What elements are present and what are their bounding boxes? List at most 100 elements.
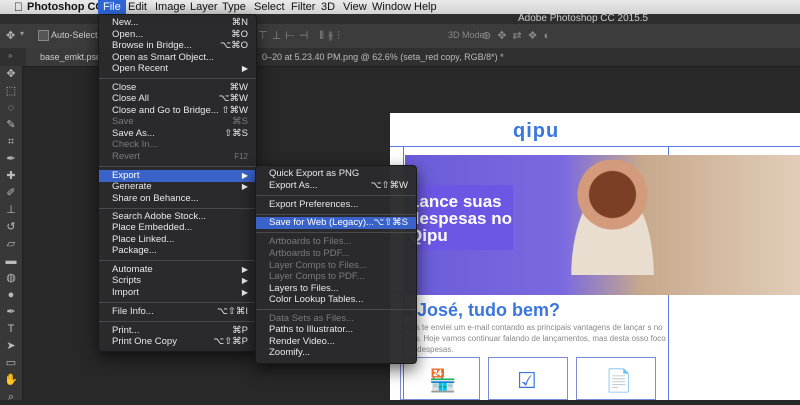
menu-label: Artboards to Files...: [269, 236, 352, 247]
menu-item-paths-illustrator[interactable]: Paths to Illustrator...: [256, 324, 416, 336]
auto-select-label: Auto-Select:: [51, 30, 101, 40]
menu-select[interactable]: Select: [249, 0, 290, 14]
menu-item-check-in: Check In...: [99, 139, 256, 151]
menu-item-print-one-copy[interactable]: Print One Copy ⌥⇧⌘P: [99, 336, 256, 348]
gradient-tool-icon[interactable]: ▬: [3, 253, 19, 269]
menu-item-browse-bridge[interactable]: Browse in Bridge... ⌥⌘O: [99, 40, 256, 52]
checklist-icon: ☑: [517, 368, 537, 393]
shape-tool-icon[interactable]: ▭: [3, 355, 19, 371]
menu-separator: [99, 321, 256, 322]
menu-separator: [256, 214, 416, 215]
menu-item-file-info[interactable]: File Info... ⌥⇧⌘I: [99, 306, 256, 318]
menu-3d[interactable]: 3D: [316, 0, 340, 14]
menu-separator: [99, 166, 256, 167]
window-title: Adobe Photoshop CC 2015.5: [518, 13, 649, 24]
submenu-arrow-icon: ▶: [241, 276, 248, 285]
menu-label: Generate: [112, 181, 152, 192]
greeting-heading: a José, tudo bem?: [402, 300, 561, 320]
tabs-collapse-icon[interactable]: »: [8, 51, 12, 60]
menu-item-quick-export-png[interactable]: Quick Export as PNG: [256, 168, 416, 180]
blur-tool-icon[interactable]: ◍: [3, 270, 19, 286]
tab-screenshot[interactable]: 0–20 at 5.23.40 PM.png @ 62.6% (seta_red…: [256, 48, 516, 66]
pen-tool-icon[interactable]: ✒: [3, 304, 19, 320]
marquee-tool-icon[interactable]: ⬚: [3, 83, 19, 99]
store-icon: 🏪: [429, 368, 457, 393]
menu-label: Revert: [112, 151, 140, 162]
menu-label: Import: [112, 287, 139, 298]
eyedropper-tool-icon[interactable]: ✒: [3, 151, 19, 167]
menu-item-open-recent[interactable]: Open Recent ▶: [99, 63, 256, 75]
brush-tool-icon[interactable]: ✐: [3, 185, 19, 201]
eraser-tool-icon[interactable]: ▱: [3, 236, 19, 252]
menu-photoshop[interactable]: Photoshop CC: [22, 0, 108, 14]
feature-icons-row: 🏪 ☑ 📄: [400, 357, 680, 400]
menu-type[interactable]: Type: [217, 0, 251, 14]
menu-item-generate[interactable]: Generate ▶: [99, 181, 256, 193]
type-tool-icon[interactable]: T: [3, 321, 19, 337]
shortcut: ⌘N: [231, 17, 248, 28]
menu-label: Paths to Illustrator...: [269, 324, 353, 335]
menu-item-export-as[interactable]: Export As... ⌥⇧⌘W: [256, 180, 416, 192]
healing-tool-icon[interactable]: ✚: [3, 168, 19, 184]
menu-label: Open Recent: [112, 63, 168, 74]
menu-label: Scripts: [112, 275, 142, 286]
quick-select-tool-icon[interactable]: ✎: [3, 117, 19, 133]
tool-preset-chevron-icon[interactable]: ▾: [20, 29, 24, 38]
auto-select-checkbox[interactable]: [38, 30, 49, 41]
path-select-tool-icon[interactable]: ➤: [3, 338, 19, 354]
menu-item-color-lookup-tables[interactable]: Color Lookup Tables...: [256, 294, 416, 306]
menu-item-new[interactable]: New... ⌘N: [99, 17, 256, 29]
export-submenu: Quick Export as PNG Export As... ⌥⇧⌘W Exp…: [255, 165, 417, 364]
align-icons[interactable]: ⊤⊥⊢⊣ ⫴⫵⫶: [258, 29, 344, 43]
menu-help[interactable]: Help: [409, 0, 442, 14]
3d-mode-icons[interactable]: ⊛✥⇄❖◐: [482, 29, 556, 42]
shortcut: ⌘S: [232, 116, 248, 127]
menu-item-zoomify[interactable]: Zoomify...: [256, 347, 416, 359]
menu-item-scripts[interactable]: Scripts ▶: [99, 275, 256, 287]
menu-separator: [99, 78, 256, 79]
menu-item-package[interactable]: Package...: [99, 245, 256, 257]
menu-edit[interactable]: Edit: [123, 0, 152, 14]
submenu-arrow-icon: ▶: [241, 288, 248, 297]
menu-item-place-embedded[interactable]: Place Embedded...: [99, 222, 256, 234]
guide-line: [390, 146, 800, 147]
tab-label: base_emkt.psd @: [40, 52, 98, 62]
menu-label: Browse in Bridge...: [112, 40, 192, 51]
menu-label: Color Lookup Tables...: [269, 294, 364, 305]
zoom-tool-icon[interactable]: ⌕: [3, 389, 19, 405]
menu-label: Quick Export as PNG: [269, 168, 360, 179]
menu-label: Export As...: [269, 180, 318, 191]
menu-label: Print One Copy: [112, 336, 177, 347]
menu-item-artboards-files: Artboards to Files...: [256, 236, 416, 248]
file-menu: New... ⌘N Open... ⌘O Browse in Bridge... ⌥⌘…: [98, 14, 257, 352]
menu-item-save-for-web[interactable]: Save for Web (Legacy)... ⌥⇧⌘S: [256, 217, 416, 229]
history-brush-icon[interactable]: ↺: [3, 219, 19, 235]
move-tool-icon[interactable]: ✥: [3, 66, 19, 82]
feature-card: ☑: [488, 357, 568, 400]
menu-item-artboards-pdf: Artboards to PDF...: [256, 248, 416, 260]
menu-label: Save for Web (Legacy)...: [269, 217, 374, 228]
shortcut: ⌥⇧⌘S: [373, 217, 408, 228]
hand-tool-icon[interactable]: ✋: [3, 372, 19, 388]
menu-item-share-behance[interactable]: Share on Behance...: [99, 193, 256, 205]
menu-file[interactable]: File: [98, 0, 126, 14]
menu-item-layer-comps-pdf: Layer Comps to PDF...: [256, 271, 416, 283]
menu-separator: [256, 309, 416, 310]
shortcut: ⌥⌘W: [218, 93, 248, 104]
qipu-logo: qipu: [513, 120, 560, 142]
menu-label: File Info...: [112, 306, 154, 317]
menu-item-close-all[interactable]: Close All ⌥⌘W: [99, 93, 256, 105]
move-tool-icon[interactable]: ✥: [6, 29, 15, 42]
menu-item-export-preferences[interactable]: Export Preferences...: [256, 199, 416, 211]
dodge-tool-icon[interactable]: ●: [3, 287, 19, 303]
lasso-tool-icon[interactable]: ◌: [3, 100, 19, 116]
stamp-tool-icon[interactable]: ⊥: [3, 202, 19, 218]
document-icon: 📄: [605, 368, 633, 393]
crop-tool-icon[interactable]: ⌗: [3, 134, 19, 150]
menu-label: New...: [112, 17, 139, 28]
tab-base-emkt[interactable]: base_emkt.psd @: [26, 48, 98, 66]
menu-label: Close All: [112, 93, 149, 104]
email-body-text: atrás te enviei um e-mail contando as pr…: [402, 323, 666, 354]
menu-separator: [99, 302, 256, 303]
menu-item-import[interactable]: Import ▶: [99, 287, 256, 299]
